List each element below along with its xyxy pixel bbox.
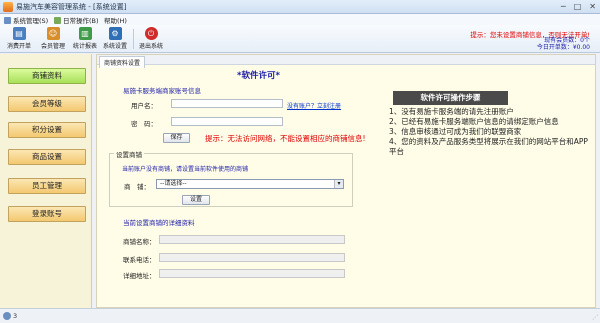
system-menu-icon: [4, 17, 11, 24]
user-icon: [3, 312, 11, 320]
window-title: 易施汽车美容管理系统 - [系统设置]: [16, 3, 127, 11]
sidebar-item-login-accounts[interactable]: 登录账号: [8, 206, 86, 222]
menu-bar: 系统管理(S) 日常操作(B) 帮助(H): [0, 14, 600, 25]
shop-group-title: 设置商铺: [114, 149, 144, 159]
chart-icon: ▥: [78, 27, 92, 40]
member-count: 现有会员数：0个: [544, 37, 590, 44]
step-item: 4、您的资料及产品服务类型将展示在我们的网站平台和APP平台: [389, 137, 588, 156]
toolbar-separator: [133, 29, 134, 49]
sidebar-item-shop-info[interactable]: 商铺资料: [8, 68, 86, 84]
toolbar-member-button[interactable]: ☺ 会员管理: [38, 27, 68, 50]
receipt-icon: ▤: [12, 27, 26, 40]
address-field: [159, 269, 345, 278]
menu-daily[interactable]: 日常操作(B): [54, 15, 99, 25]
password-input[interactable]: [171, 117, 283, 126]
save-button[interactable]: 保存: [163, 133, 190, 143]
toolbar-exit-button[interactable]: ⏻ 退出系统: [136, 27, 166, 50]
shop-name-field: [159, 235, 345, 244]
shop-name-label: 商铺名称：: [123, 238, 156, 246]
menu-system[interactable]: 系统管理(S): [4, 15, 48, 25]
summary-info: 现有会员数：0个 今日开单数：¥0.00: [537, 37, 590, 51]
power-icon: ⏻: [144, 27, 158, 40]
tab-strip: 商铺资料设置: [97, 55, 595, 68]
close-button[interactable]: ✕: [589, 2, 596, 12]
toolbar-settings-button[interactable]: ⚙ 系统设置: [100, 27, 130, 50]
set-shop-button[interactable]: 设置: [182, 195, 210, 205]
steps-list: 1、没有易施卡服务端的请先注册账户 2、已经有易施卡服务端账户信息的请绑定账户信…: [389, 107, 589, 187]
license-title: *软件许可*: [237, 71, 280, 81]
shop-label: 商 铺：: [124, 183, 150, 191]
shop-select[interactable]: --请选择-- ▾: [156, 179, 344, 189]
window-controls: ─ □ ✕: [561, 2, 596, 12]
status-text: 3: [13, 312, 18, 320]
title-bar: 易施汽车美容管理系统 - [系统设置] ─ □ ✕: [0, 0, 600, 14]
toolbar-report-button[interactable]: ▥ 统计报表: [70, 27, 100, 50]
details-section-title: 当前设置商铺的详细资料: [123, 219, 195, 227]
username-label: 用户名：: [131, 102, 157, 110]
app-icon: [3, 2, 13, 12]
minimize-button[interactable]: ─: [561, 2, 566, 12]
step-item: 3、信息审核通过可成为我们的联盟商家: [389, 127, 522, 136]
phone-field: [159, 253, 345, 262]
shop-select-value: --请选择--: [160, 180, 187, 187]
sidebar-item-products[interactable]: 商品设置: [8, 149, 86, 165]
chevron-down-icon: ▾: [334, 180, 343, 188]
status-bar: 3 ⋰: [0, 308, 600, 323]
maximize-button[interactable]: □: [574, 2, 582, 12]
today-income: 今日开单数：¥0.00: [536, 44, 590, 51]
gear-icon: ⚙: [108, 27, 122, 40]
shop-hint: 当前账户没有商铺，请设置当前软件使用的商铺: [122, 166, 249, 173]
sidebar-item-points[interactable]: 积分设置: [8, 122, 86, 138]
toolbar-billing-button[interactable]: ▤ 消费开单: [4, 27, 34, 50]
steps-banner: 软件许可操作步骤: [393, 91, 508, 105]
sidebar-item-member-level[interactable]: 会员等级: [8, 96, 86, 112]
resize-grip-icon[interactable]: ⋰: [592, 314, 598, 321]
menu-help[interactable]: 帮助(H): [104, 15, 127, 25]
sidebar-item-staff[interactable]: 员工管理: [8, 178, 86, 194]
step-item: 2、已经有易施卡服务端账户信息的请绑定账户信息: [389, 117, 559, 126]
address-label: 详细地址：: [123, 272, 156, 280]
daily-menu-icon: [54, 17, 61, 24]
phone-label: 联系电话：: [123, 256, 156, 264]
username-input[interactable]: [171, 99, 283, 108]
step-item: 1、没有易施卡服务端的请先注册账户: [389, 107, 514, 116]
sidebar: 商铺资料 会员等级 积分设置 商品设置 员工管理 登录账号: [0, 54, 92, 308]
network-warning: 提示：无法访问网络，不能设置相应的商铺信息!: [205, 134, 366, 143]
content-panel: 商铺资料设置 *软件许可* 易施卡服务端商家账号信息 用户名： 没有账户？立刻注…: [96, 54, 596, 308]
account-section-title: 易施卡服务端商家账号信息: [123, 87, 201, 95]
tab-shop-settings[interactable]: 商铺资料设置: [99, 56, 146, 68]
member-icon: ☺: [46, 27, 60, 40]
register-link[interactable]: 没有账户？立刻注册: [287, 101, 341, 110]
password-label: 密 码：: [131, 120, 157, 128]
shop-group: 设置商铺 当前账户没有商铺，请设置当前软件使用的商铺 商 铺： --请选择-- …: [109, 149, 353, 207]
